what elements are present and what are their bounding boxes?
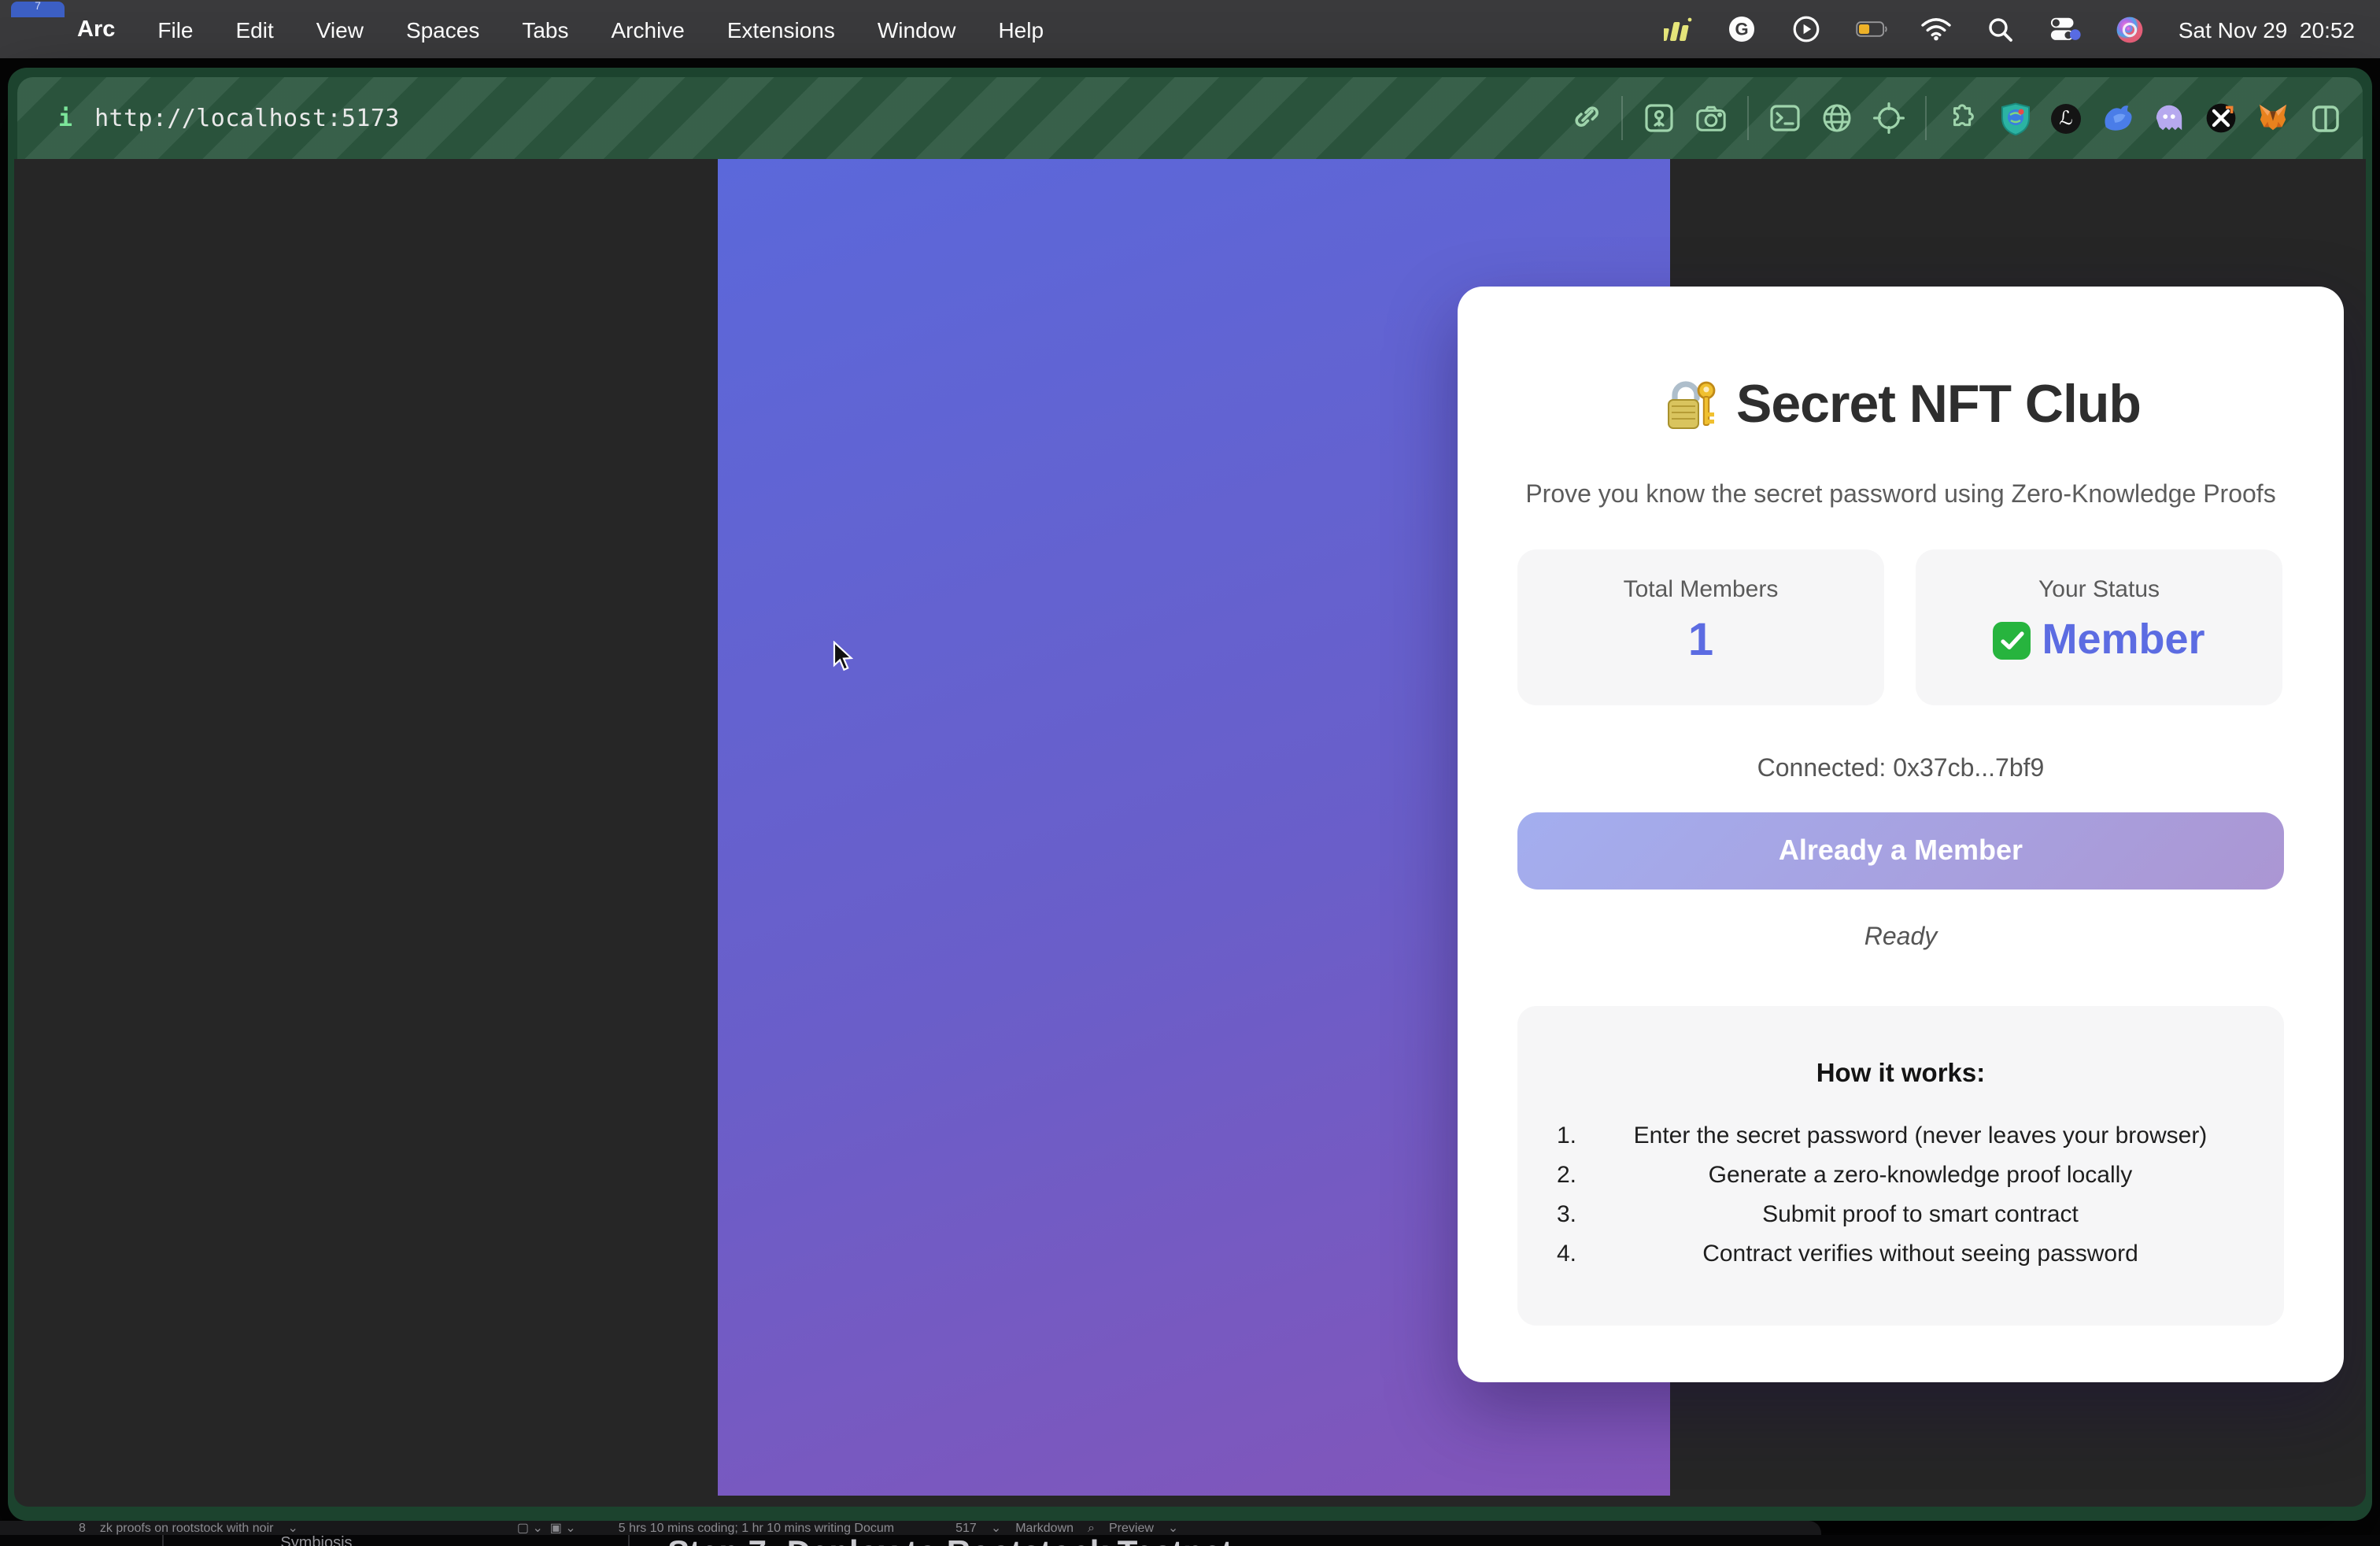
pane-divider (628, 1535, 630, 1546)
globe-network-icon[interactable] (1821, 102, 1853, 134)
app-gradient-background: Secret NFT Club Prove you know the secre… (718, 159, 1670, 1496)
devtools-terminal-icon[interactable] (1769, 102, 1801, 134)
grammarly-menu-icon[interactable]: G (1727, 17, 1758, 42)
step-number: 3. (1557, 1201, 1604, 1228)
address-bar[interactable]: http://localhost:5173 (94, 104, 400, 132)
your-status-value: Member (2042, 616, 2204, 664)
phantom-wallet-icon[interactable] (2153, 102, 2185, 134)
site-info-icon[interactable]: i (58, 104, 72, 132)
toolbar-separator (1621, 96, 1623, 140)
macos-menu-bar: Arc File Edit View Spaces Tabs Archive E… (0, 0, 2380, 58)
total-members-stat: Total Members 1 (1517, 549, 1884, 705)
list-item: 4. Contract verifies without seeing pass… (1517, 1234, 2284, 1274)
battery-menu-icon[interactable] (1856, 17, 1887, 42)
word-count: 517 (955, 1521, 977, 1535)
siri-menu-icon[interactable] (2114, 17, 2145, 42)
element-picker-target-icon[interactable] (1873, 102, 1905, 134)
menu-item-extensions[interactable]: Extensions (727, 17, 835, 42)
lock-key-emoji-icon (1661, 377, 1720, 434)
stocks-menu-icon[interactable] (1662, 17, 1694, 42)
session-timer-text: 5 hrs 10 mins coding; 1 hr 10 mins writi… (619, 1521, 894, 1535)
how-it-works-panel: How it works: 1. Enter the secret passwo… (1517, 1006, 2284, 1326)
menu-item-archive[interactable]: Archive (612, 17, 685, 42)
split-view-icon[interactable] (2309, 102, 2341, 134)
step-text: Generate a zero-knowledge proof locally (1604, 1162, 2284, 1189)
web-page: Secret NFT Club Prove you know the secre… (14, 159, 2366, 1507)
svg-text:G: G (1735, 19, 1749, 39)
spotlight-search-icon[interactable] (1985, 17, 2016, 42)
how-it-works-list: 1. Enter the secret password (never leav… (1517, 1116, 2284, 1274)
step-number: 4. (1557, 1241, 1604, 1267)
desktop: Arc File Edit View Spaces Tabs Archive E… (0, 0, 2380, 1546)
layout-icons[interactable]: ▢ ⌄ ▣ ⌄ (517, 1521, 576, 1535)
menu-item-spaces[interactable]: Spaces (406, 17, 479, 42)
control-center-icon[interactable] (2049, 17, 2081, 42)
connected-address: Connected: 0x37cb...7bf9 (1458, 756, 2344, 784)
menu-item-edit[interactable]: Edit (236, 17, 274, 42)
preview-label[interactable]: Preview (1109, 1521, 1154, 1535)
bg-tab-count: 8 (79, 1521, 86, 1535)
bg-doc-title: Step 7: Deploy to Rootstock Testnet (667, 1535, 1232, 1546)
menu-item-view[interactable]: View (316, 17, 364, 42)
step-number: 2. (1557, 1162, 1604, 1189)
wifi-menu-icon[interactable] (1920, 17, 1952, 42)
metamask-fox-icon[interactable] (2257, 102, 2289, 134)
toolbar-separator (1747, 96, 1749, 140)
playback-menu-icon[interactable] (1791, 17, 1823, 42)
app-card: Secret NFT Club Prove you know the secre… (1458, 287, 2344, 1382)
background-window-content: Symbiosis Step 7: Deploy to Rootstock Te… (0, 1535, 2380, 1546)
your-status-label: Your Status (1916, 576, 2282, 603)
background-active-tab[interactable]: 7 (11, 2, 65, 17)
chevron-down-icon[interactable]: ⌄ (991, 1521, 1001, 1535)
search-icon[interactable]: ⌕ (1088, 1521, 1095, 1535)
bg-sidebar-item[interactable]: Symbiosis (261, 1535, 371, 1546)
mouse-cursor (833, 641, 853, 672)
list-item: 1. Enter the secret password (never leav… (1517, 1116, 2284, 1156)
bluebird-extension-icon[interactable] (2101, 102, 2133, 134)
pane-divider (162, 1535, 164, 1546)
language-script-icon[interactable]: ℒ (2051, 103, 2081, 133)
background-window-titlebar: 8 zk proofs on rootstock with noir ⌄ ▢ ⌄… (0, 1521, 1821, 1535)
checkmark-icon (1993, 621, 2031, 659)
your-status-stat: Your Status Member (1916, 549, 2282, 705)
menu-clock[interactable]: Sat Nov 29 20:52 (2179, 17, 2355, 42)
how-it-works-heading: How it works: (1517, 1060, 2284, 1089)
already-member-button[interactable]: Already a Member (1517, 812, 2284, 890)
menu-item-window[interactable]: Window (878, 17, 956, 42)
chevron-down-icon[interactable]: ⌄ (1168, 1521, 1178, 1535)
step-text: Enter the secret password (never leaves … (1604, 1123, 2284, 1149)
screenshot-camera-icon[interactable] (1695, 102, 1727, 134)
copy-link-icon[interactable] (1569, 102, 1601, 134)
media-gallery-icon[interactable] (1643, 102, 1675, 134)
page-subtitle: Prove you know the secret password using… (1458, 482, 2344, 510)
adguard-shield-icon[interactable] (1999, 102, 2031, 134)
extensions-puzzle-icon[interactable] (1947, 102, 1979, 134)
menu-item-help[interactable]: Help (998, 17, 1044, 42)
menu-item-file[interactable]: File (157, 17, 193, 42)
step-text: Submit proof to smart contract (1604, 1201, 2284, 1228)
page-title: Secret NFT Club (1458, 375, 2344, 436)
browser-toolbar: i http://localhost:5173 (17, 77, 2363, 159)
page-title-text: Secret NFT Club (1736, 375, 2141, 436)
menu-item-tabs[interactable]: Tabs (522, 17, 568, 42)
toolbar-separator (1925, 96, 1927, 140)
mode-label[interactable]: Markdown (1015, 1521, 1074, 1535)
step-number: 1. (1557, 1123, 1604, 1149)
bg-tab-title[interactable]: zk proofs on rootstock with noir (100, 1521, 274, 1535)
stats-row: Total Members 1 Your Status Member (1517, 549, 2284, 705)
menu-app-name[interactable]: Arc (77, 17, 115, 42)
x-wallet-icon[interactable] (2205, 102, 2237, 134)
status-text: Ready (1458, 924, 2344, 952)
list-item: 2. Generate a zero-knowledge proof local… (1517, 1156, 2284, 1195)
step-text: Contract verifies without seeing passwor… (1604, 1241, 2284, 1267)
total-members-value: 1 (1517, 616, 1884, 668)
list-item: 3. Submit proof to smart contract (1517, 1195, 2284, 1234)
browser-window: i http://localhost:5173 (8, 68, 2372, 1521)
chevron-down-icon[interactable]: ⌄ (287, 1521, 298, 1535)
total-members-label: Total Members (1517, 576, 1884, 603)
